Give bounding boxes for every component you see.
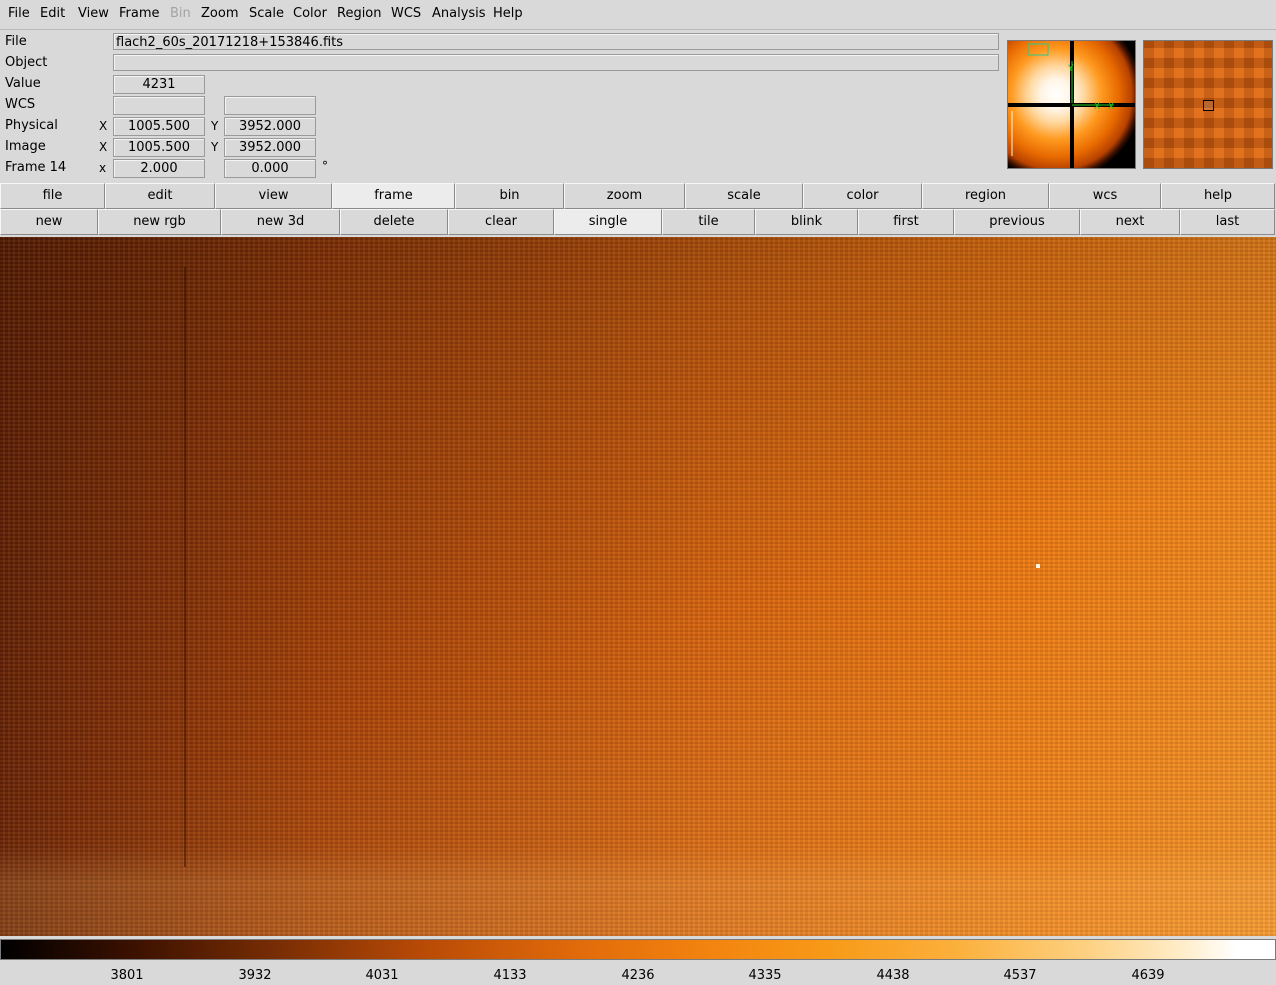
colorbar-tick: 4537 xyxy=(1003,968,1037,983)
physical-x-field: 1005.500 xyxy=(113,117,205,136)
menu-zoom[interactable]: Zoom xyxy=(201,6,238,21)
image-canvas[interactable] xyxy=(0,237,1276,936)
frame-label: Frame 14 xyxy=(5,160,67,175)
frame-angle-field: 0.000 xyxy=(224,159,316,178)
wcs-label: WCS xyxy=(5,97,36,112)
menu-help[interactable]: Help xyxy=(493,6,523,21)
physical-label: Physical xyxy=(5,118,58,133)
file-field: flach2_60s_20171218+153846.fits xyxy=(113,33,999,50)
colorbar-tick: 4639 xyxy=(1131,968,1165,983)
button-last[interactable]: last xyxy=(1180,209,1275,235)
menu-color[interactable]: Color xyxy=(293,6,327,21)
colorbar[interactable] xyxy=(0,939,1276,960)
frame-zoom-field: 2.000 xyxy=(113,159,205,178)
physical-y-axis-label: Y xyxy=(211,119,219,133)
main-button-bar: file edit view frame bin zoom scale colo… xyxy=(0,183,1276,209)
degree-symbol: ° xyxy=(322,159,328,173)
menu-region[interactable]: Region xyxy=(337,6,382,21)
menubar: File Edit View Frame Bin Zoom Scale Colo… xyxy=(0,0,1276,30)
menu-scale[interactable]: Scale xyxy=(249,6,284,21)
menu-wcs[interactable]: WCS xyxy=(391,6,421,21)
button-zoom[interactable]: zoom xyxy=(564,183,685,209)
image-label: Image xyxy=(5,139,46,154)
value-label: Value xyxy=(5,76,41,91)
button-first[interactable]: first xyxy=(858,209,954,235)
menu-view[interactable]: View xyxy=(78,6,109,21)
button-region[interactable]: region xyxy=(922,183,1049,209)
colorbar-tick: 4031 xyxy=(365,968,399,983)
panner-overlay: Y X X xyxy=(1008,41,1135,168)
file-label: File xyxy=(5,34,27,49)
svg-text:X: X xyxy=(1108,102,1114,112)
image-noise-texture xyxy=(0,237,1276,936)
button-color[interactable]: color xyxy=(803,183,922,209)
object-label: Object xyxy=(5,55,48,70)
button-single[interactable]: single xyxy=(554,209,662,235)
image-y-axis-label: Y xyxy=(211,140,219,154)
menu-bin: Bin xyxy=(170,6,191,21)
object-field xyxy=(113,54,999,71)
button-edit[interactable]: edit xyxy=(105,183,215,209)
button-frame[interactable]: frame xyxy=(332,183,455,209)
svg-text:X: X xyxy=(1094,102,1100,112)
button-new-rgb[interactable]: new rgb xyxy=(98,209,221,235)
frame-button-bar: new new rgb new 3d delete clear single t… xyxy=(0,209,1276,235)
wcs-y-field xyxy=(224,96,316,115)
button-clear[interactable]: clear xyxy=(448,209,554,235)
button-view[interactable]: view xyxy=(215,183,332,209)
button-wcs[interactable]: wcs xyxy=(1049,183,1161,209)
image-x-axis-label: X xyxy=(99,140,108,154)
physical-x-axis-label: X xyxy=(99,119,108,133)
magnifier-cursor-box xyxy=(1203,100,1214,111)
button-previous[interactable]: previous xyxy=(954,209,1080,235)
frame-zoom-axis-label: x xyxy=(99,161,107,175)
colorbar-tick: 4335 xyxy=(748,968,782,983)
svg-text:Y: Y xyxy=(1067,64,1074,74)
magnifier xyxy=(1143,40,1273,169)
physical-y-field: 3952.000 xyxy=(224,117,316,136)
button-new[interactable]: new xyxy=(0,209,98,235)
button-delete[interactable]: delete xyxy=(340,209,448,235)
column-defect xyxy=(184,267,186,867)
image-y-field: 3952.000 xyxy=(224,138,316,157)
colorbar-tick: 4438 xyxy=(876,968,910,983)
button-scale[interactable]: scale xyxy=(685,183,803,209)
menu-edit[interactable]: Edit xyxy=(40,6,65,21)
panner[interactable]: Y X X xyxy=(1007,40,1136,169)
colorbar-tick: 4133 xyxy=(493,968,527,983)
button-help[interactable]: help xyxy=(1161,183,1275,209)
colorbar-tick: 3801 xyxy=(110,968,144,983)
menu-analysis[interactable]: Analysis xyxy=(432,6,486,21)
button-next[interactable]: next xyxy=(1080,209,1180,235)
button-blink[interactable]: blink xyxy=(755,209,858,235)
button-file[interactable]: file xyxy=(0,183,105,209)
button-bin[interactable]: bin xyxy=(455,183,564,209)
button-tile[interactable]: tile xyxy=(662,209,755,235)
menu-file[interactable]: File xyxy=(8,6,30,21)
image-bottom-band xyxy=(0,847,1276,936)
image-x-field: 1005.500 xyxy=(113,138,205,157)
colorbar-tick: 4236 xyxy=(621,968,655,983)
menu-frame[interactable]: Frame xyxy=(119,6,160,21)
button-new-3d[interactable]: new 3d xyxy=(221,209,340,235)
hot-pixel xyxy=(1036,564,1040,568)
value-field: 4231 xyxy=(113,75,205,94)
colorbar-tick: 3932 xyxy=(238,968,272,983)
wcs-x-field xyxy=(113,96,205,115)
